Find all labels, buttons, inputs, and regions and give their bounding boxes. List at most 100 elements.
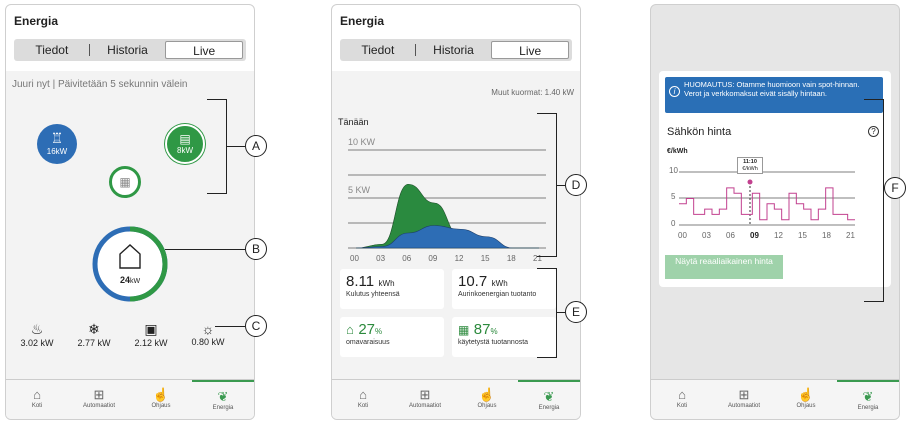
solar-bubble[interactable]: ▦ <box>109 166 141 198</box>
x-tick: 18 <box>822 231 831 240</box>
lightbulb-icon: ☼ <box>201 321 215 337</box>
callout-b: B <box>245 238 267 260</box>
tile-unit: % <box>490 327 498 336</box>
update-status: Juuri nyt | Päivitetään 5 sekunnin välei… <box>12 79 188 90</box>
nav-energia[interactable]: ❦ Energia <box>837 380 899 419</box>
consumer-3-value: 2.12 kW <box>134 338 168 348</box>
phone-screen-live: Energia Tiedot Historia Live Juuri nyt |… <box>5 4 255 420</box>
grid-icon: ⊞ <box>419 387 431 402</box>
nav-label: Automaatiot <box>408 403 442 409</box>
x-tick: 21 <box>846 231 855 240</box>
nav-label: Automaatiot <box>82 403 116 409</box>
bracket-d <box>537 113 557 257</box>
x-tick: 03 <box>376 254 386 263</box>
consumer-1[interactable]: ♨ 3.02 kW <box>12 321 62 348</box>
tile-self-sufficiency[interactable]: ⌂ 27% omavaraisuus <box>340 317 444 357</box>
tile-label: Kulutus yhteensä <box>346 291 400 298</box>
grid-bubble[interactable]: ♖ 16kW <box>37 124 77 164</box>
hand-icon: ☝ <box>478 387 496 402</box>
home-icon: ⌂ <box>346 322 354 337</box>
nav-koti[interactable]: ⌂ Koti <box>332 380 394 419</box>
tile-unit: kWh <box>378 279 395 288</box>
leaf-icon: ❦ <box>862 389 874 404</box>
x-tick: 18 <box>506 254 516 263</box>
consumer-1-value: 3.02 kW <box>20 338 54 348</box>
tab-historia[interactable]: Historia <box>90 41 166 59</box>
tab-historia[interactable]: Historia <box>416 41 492 59</box>
callout-a: A <box>245 135 267 157</box>
bottom-nav: ⌂ Koti ⊞ Automaatiot ☝ Ohjaus ❦ Energia <box>651 379 899 419</box>
x-tick: 15 <box>480 254 490 263</box>
power-tower-icon: ♖ <box>50 130 64 146</box>
page-title: Energia <box>14 14 59 28</box>
nav-ohjaus[interactable]: ☝ Ohjaus <box>775 380 837 419</box>
info-icon: i <box>669 86 680 97</box>
nav-energia[interactable]: ❦ Energia <box>192 380 254 419</box>
consumer-3[interactable]: ▣ 2.12 kW <box>126 321 176 348</box>
heater-icon: ❄ <box>88 321 100 337</box>
tab-tiedot[interactable]: Tiedot <box>14 41 90 59</box>
home-icon: ⌂ <box>678 387 686 402</box>
price-tooltip: 11:10 €/kWh <box>737 157 763 174</box>
bracket-f <box>864 99 884 302</box>
x-tick: 15 <box>798 231 807 240</box>
nav-automaatiot[interactable]: ⊞ Automaatiot <box>713 380 775 419</box>
home-ring[interactable] <box>90 224 170 304</box>
nav-ohjaus[interactable]: ☝ Ohjaus <box>456 380 518 419</box>
tab-live[interactable]: Live <box>491 41 570 59</box>
price-chart <box>679 171 855 226</box>
x-tick: 03 <box>702 231 711 240</box>
show-realtime-price-button[interactable]: Näytä reaaliaikainen hinta <box>665 255 783 279</box>
charger-icon: ▣ <box>144 321 158 337</box>
consumer-2[interactable]: ❄ 2.77 kW <box>69 321 119 348</box>
price-title: Sähkön hinta <box>667 126 732 138</box>
bottom-nav: ⌂ Koti ⊞ Automaatiot ☝ Ohjaus ❦ Energia <box>6 379 254 419</box>
notice-banner: i HUOMAUTUS: Otamme huomioon vain spot-h… <box>665 77 883 113</box>
x-tick: 12 <box>774 231 783 240</box>
bracket-a <box>207 99 227 194</box>
nav-label: Ohjaus <box>477 403 497 409</box>
tile-consumption[interactable]: 8.11 kWh Kulutus yhteensä <box>340 269 444 309</box>
nav-label: Automaatiot <box>727 403 761 409</box>
tab-tiedot[interactable]: Tiedot <box>340 41 416 59</box>
callout-line-b <box>165 249 245 250</box>
y-axis-unit: €/kWh <box>667 148 688 155</box>
other-loads: Muut kuormat: 1.40 kW <box>491 88 574 97</box>
home-icon: ⌂ <box>33 387 41 402</box>
battery-bubble[interactable]: ▤ 8kW <box>165 124 205 164</box>
callout-line-d <box>557 185 565 186</box>
tab-bar: Tiedot Historia Live <box>14 39 246 61</box>
grid-icon: ⊞ <box>738 387 750 402</box>
home-icon: ⌂ <box>359 387 367 402</box>
nav-koti[interactable]: ⌂ Koti <box>6 380 68 419</box>
home-value-number: 24 <box>119 275 130 285</box>
battery-icon: ▤ <box>179 132 191 146</box>
x-tick: 06 <box>726 231 735 240</box>
nav-label: Koti <box>676 403 688 409</box>
nav-automaatiot[interactable]: ⊞ Automaatiot <box>68 380 130 419</box>
leaf-icon: ❦ <box>217 389 229 404</box>
nav-label: Ohjaus <box>151 403 171 409</box>
callout-e: E <box>565 301 587 323</box>
tab-live[interactable]: Live <box>165 41 244 59</box>
nav-ohjaus[interactable]: ☝ Ohjaus <box>130 380 192 419</box>
bottom-nav: ⌂ Koti ⊞ Automaatiot ☝ Ohjaus ❦ Energia <box>332 379 580 419</box>
tile-unit: kWh <box>491 279 508 288</box>
callout-f: F <box>884 177 906 199</box>
nav-koti[interactable]: ⌂ Koti <box>651 380 713 419</box>
x-tick: 00 <box>350 254 359 263</box>
consumer-4[interactable]: ☼ 0.80 kW <box>183 321 233 347</box>
x-tick: 00 <box>678 231 687 240</box>
appliance-icon: ♨ <box>30 321 44 337</box>
nav-automaatiot[interactable]: ⊞ Automaatiot <box>394 380 456 419</box>
nav-label: Ohjaus <box>796 403 816 409</box>
consumer-2-value: 2.77 kW <box>77 338 111 348</box>
bracket-e <box>537 268 557 358</box>
x-tick: 09 <box>428 254 438 263</box>
nav-energia[interactable]: ❦ Energia <box>518 380 580 419</box>
grid-value: 16kW <box>46 147 68 156</box>
home-value-unit: kW <box>129 278 141 285</box>
tab-bar: Tiedot Historia Live <box>340 39 572 61</box>
callout-c: C <box>245 315 267 337</box>
nav-label: Energia <box>857 405 879 411</box>
